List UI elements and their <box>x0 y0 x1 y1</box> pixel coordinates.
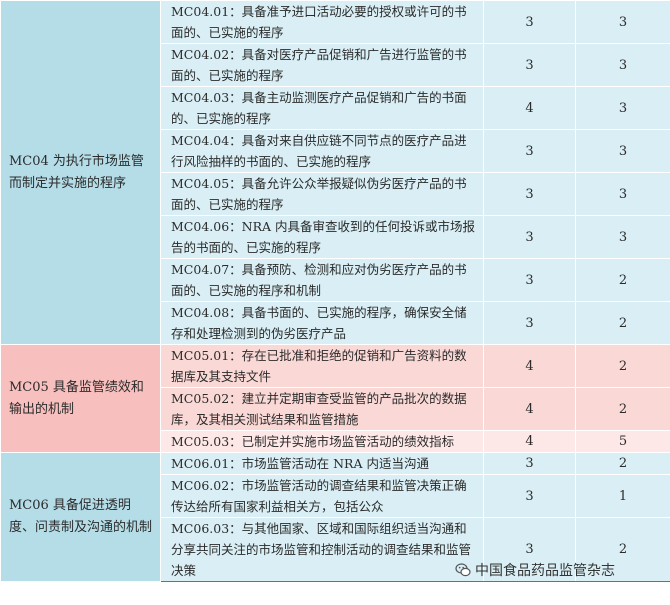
indicator-description: MC04.04：具备对来自供应链不同节点的医疗产品进行风险抽样的书面的、已实施的… <box>160 129 484 173</box>
score-b: 3 <box>575 129 670 173</box>
score-b: 3 <box>575 215 670 259</box>
indicator-description: MC06.02：市场监管活动的调查结果和监管决策正确传达给所有国家利益相关方，包… <box>160 474 484 518</box>
score-a: 3 <box>483 452 576 475</box>
indicator-description: MC04.01：具备准予进口活动必要的授权或许可的书面的、已实施的程序 <box>160 0 484 44</box>
score-a: 4 <box>483 430 576 453</box>
table-row: MC04 为执行市场监管而制定并实施的程序 MC04.01：具备准予进口活动必要… <box>0 0 670 345</box>
score-a: 4 <box>483 86 576 130</box>
score-a: 3 <box>483 215 576 259</box>
category-cell: MC04 为执行市场监管而制定并实施的程序 <box>0 0 161 345</box>
score-b: 5 <box>575 430 670 453</box>
score-a: 3 <box>483 129 576 173</box>
indicator-description: MC04.03：具备主动监测医疗产品促销和广告的书面的、已实施的程序 <box>160 86 484 130</box>
watermark: 中国食品药品监管杂志 <box>455 560 615 580</box>
indicator-description: MC05.03：已制定并实施市场监管活动的绩效指标 <box>160 430 484 453</box>
score-b: 3 <box>575 86 670 130</box>
score-b: 2 <box>575 452 670 475</box>
score-a: 3 <box>483 0 576 44</box>
score-b: 3 <box>575 172 670 216</box>
table-row: MC05 具备监管绩效和输出的机制 MC05.01：存在已批准和拒绝的促销和广告… <box>0 344 670 453</box>
indicator-description: MC05.01：存在已批准和拒绝的促销和广告资料的数据库及其支持文件 <box>160 344 484 388</box>
indicator-description: MC06.01：市场监管活动在 NRA 内适当沟通 <box>160 452 484 475</box>
indicator-description: MC04.05：具备允许公众举报疑似伪劣医疗产品的书面的、已实施的程序 <box>160 172 484 216</box>
score-b: 2 <box>575 344 670 388</box>
score-a: 3 <box>483 474 576 518</box>
score-a: 4 <box>483 344 576 388</box>
indicator-description: MC04.08：具备书面的、已实施的程序，确保安全储存和处理检测到的伪劣医疗产品 <box>160 301 484 345</box>
score-a: 3 <box>483 172 576 216</box>
score-a: 3 <box>483 301 576 345</box>
indicator-description: MC05.02：建立并定期审查受监管的产品批次的数据库，及其相关测试结果和监管措… <box>160 387 484 431</box>
indicator-description: MC04.07：具备预防、检测和应对伪劣医疗产品的书面的、已实施的程序和机制 <box>160 258 484 302</box>
indicator-description: MC04.02：具备对医疗产品促销和广告进行监管的书面的、已实施的程序 <box>160 43 484 87</box>
score-b: 1 <box>575 474 670 518</box>
indicator-description: MC06.03：与其他国家、区域和国际组织适当沟通和分享共同关注的市场监管和控制… <box>160 517 484 582</box>
category-cell: MC06 具备促进透明度、问责制及沟通的机制 <box>0 452 161 582</box>
score-b: 3 <box>575 0 670 44</box>
category-cell: MC05 具备监管绩效和输出的机制 <box>0 344 161 453</box>
wechat-icon <box>455 563 471 577</box>
indicator-description: MC04.06：NRA 内具备审查收到的任何投诉或市场报告的书面的、已实施的程序 <box>160 215 484 259</box>
assessment-table: MC04 为执行市场监管而制定并实施的程序 MC04.01：具备准予进口活动必要… <box>0 0 670 582</box>
table-row: MC06 具备促进透明度、问责制及沟通的机制 MC06.01：市场监管活动在 N… <box>0 452 670 582</box>
watermark-text: 中国食品药品监管杂志 <box>475 563 615 579</box>
score-a: 3 <box>483 258 576 302</box>
score-b: 2 <box>575 301 670 345</box>
score-b: 2 <box>575 387 670 431</box>
score-b: 3 <box>575 43 670 87</box>
score-a: 4 <box>483 387 576 431</box>
score-a: 3 <box>483 43 576 87</box>
score-b: 2 <box>575 258 670 302</box>
